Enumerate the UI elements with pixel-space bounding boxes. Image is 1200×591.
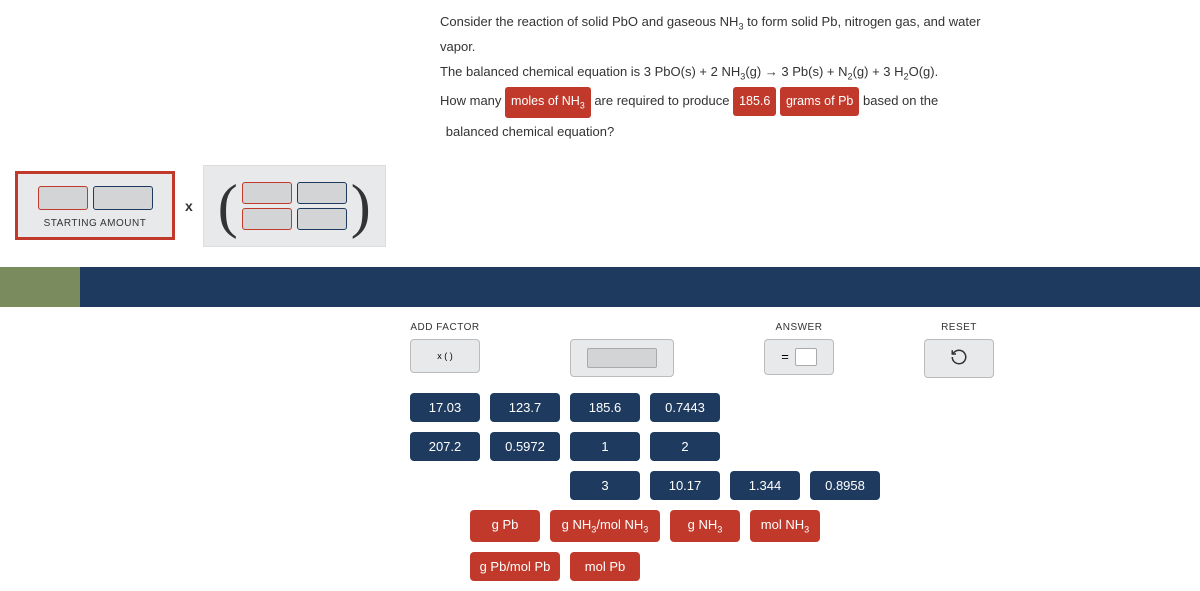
numeric-tiles-row1: 17.03 123.7 185.6 0.7443 207.2 0.5972 1 …	[0, 393, 780, 461]
prompt-text: The balanced chemical equation is 3 PbO(…	[440, 64, 740, 79]
unit-tile[interactable]: mol Pb	[570, 552, 640, 581]
number-tile[interactable]: 207.2	[410, 432, 480, 461]
undo-icon	[950, 348, 968, 369]
number-tile[interactable]: 0.5972	[490, 432, 560, 461]
prompt-text: are required to produce	[594, 93, 733, 108]
number-tile[interactable]: 0.7443	[650, 393, 720, 422]
add-factor-button[interactable]: x ( )	[410, 339, 480, 373]
starting-amount-label: STARTING AMOUNT	[28, 218, 162, 229]
unit-tiles-row: g Pb g NH3/mol NH3 g NH3 mol NH3 g Pb/mo…	[0, 510, 900, 581]
number-tile[interactable]: 10.17	[650, 471, 720, 500]
prompt-text: (g) → 3 Pb(s) + N	[745, 64, 847, 79]
unit-tile[interactable]: g NH3	[670, 510, 740, 542]
reset-label: RESET	[924, 322, 994, 333]
numerator-value-slot[interactable]	[242, 182, 292, 204]
denominator-value-slot[interactable]	[242, 208, 292, 230]
unit-tile[interactable]: g Pb	[470, 510, 540, 542]
number-tile[interactable]: 3	[570, 471, 640, 500]
conversion-factor-box[interactable]: ( )	[203, 165, 386, 247]
unit-tile[interactable]: g Pb/mol Pb	[470, 552, 560, 581]
left-paren-icon: (	[218, 176, 238, 236]
progress-segment	[0, 267, 80, 307]
blank-slot-icon	[587, 348, 657, 368]
answer-button[interactable]: =	[764, 339, 834, 375]
divider-bar	[0, 267, 1200, 307]
starting-unit-slot[interactable]	[93, 186, 153, 210]
prompt-text: How many	[440, 93, 505, 108]
dimensional-analysis-workspace: STARTING AMOUNT x ( )	[0, 165, 1200, 267]
answer-label: ANSWER	[764, 322, 834, 333]
add-factor-label: ADD FACTOR	[410, 322, 480, 333]
prompt-text: based on the	[863, 93, 938, 108]
prompt-text: balanced chemical equation?	[446, 124, 614, 139]
right-paren-icon: )	[351, 176, 371, 236]
blank-label	[570, 322, 674, 333]
reset-button[interactable]	[924, 339, 994, 378]
starting-value-slot[interactable]	[38, 186, 88, 210]
number-tile[interactable]: 0.8958	[810, 471, 880, 500]
number-tile[interactable]: 17.03	[410, 393, 480, 422]
chip-moles-nh3: moles of NH3	[505, 87, 591, 117]
chip-grams-pb: grams of Pb	[780, 87, 859, 116]
answer-slot-icon	[795, 348, 817, 366]
prompt-text: Consider the reaction of solid PbO and g…	[440, 14, 738, 29]
divider-segment	[80, 267, 1200, 307]
prompt-text: (g) + 3 H	[853, 64, 904, 79]
blank-factor-button[interactable]	[570, 339, 674, 377]
prompt-text: O(g).	[909, 64, 939, 79]
number-tile[interactable]: 1.344	[730, 471, 800, 500]
denominator-unit-slot[interactable]	[297, 208, 347, 230]
unit-tile[interactable]: mol NH3	[750, 510, 820, 542]
numeric-tiles-row2: 3 10.17 1.344 0.8958	[0, 471, 900, 500]
chip-mass-value: 185.6	[733, 87, 776, 116]
controls-row: ADD FACTOR x ( ) ANSWER = RESET	[0, 307, 1200, 378]
unit-tile[interactable]: g NH3/mol NH3	[550, 510, 660, 542]
starting-amount-box[interactable]: STARTING AMOUNT	[15, 171, 175, 240]
question-prompt: Consider the reaction of solid PbO and g…	[0, 0, 1000, 165]
numerator-unit-slot[interactable]	[297, 182, 347, 204]
number-tile[interactable]: 123.7	[490, 393, 560, 422]
multiply-symbol: x	[185, 198, 193, 214]
number-tile[interactable]: 1	[570, 432, 640, 461]
number-tile[interactable]: 2	[650, 432, 720, 461]
number-tile[interactable]: 185.6	[570, 393, 640, 422]
